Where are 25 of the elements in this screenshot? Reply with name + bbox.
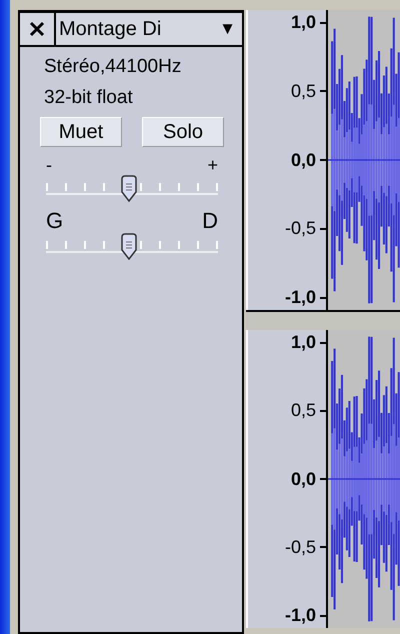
ruler-label: 0,0: [290, 468, 316, 490]
gain-slider[interactable]: [46, 175, 218, 205]
ruler-label: 0,5: [290, 400, 316, 422]
ruler-label: -0,5: [284, 218, 316, 240]
mute-button[interactable]: Muet: [40, 117, 122, 147]
ruler-label: 0,5: [290, 80, 316, 102]
ruler-label: -1,0: [284, 605, 316, 626]
slider-max-label: D: [202, 209, 218, 233]
slider-min-label: G: [46, 209, 64, 233]
slider-min-label: -: [46, 155, 52, 175]
track-info-text: 32-bit float: [43, 87, 134, 109]
slider-thumb[interactable]: [120, 175, 138, 203]
ruler-label: 0,0: [290, 150, 316, 170]
close-icon: [28, 20, 46, 38]
ruler-label: 1,0: [290, 332, 316, 353]
ruler-label: 1,0: [290, 12, 316, 33]
track-info-text: Stéréo,44100Hz: [43, 56, 182, 78]
slider-thumb[interactable]: [120, 233, 138, 261]
slider-max-label: +: [207, 155, 218, 175]
solo-button[interactable]: Solo: [142, 117, 224, 147]
track-name-menu[interactable]: Montage Di ▼: [56, 13, 242, 45]
close-button[interactable]: [20, 13, 56, 45]
ruler-label: -1,0: [284, 287, 316, 308]
pan-slider[interactable]: [46, 233, 218, 263]
ruler-label: -0,5: [284, 536, 316, 558]
